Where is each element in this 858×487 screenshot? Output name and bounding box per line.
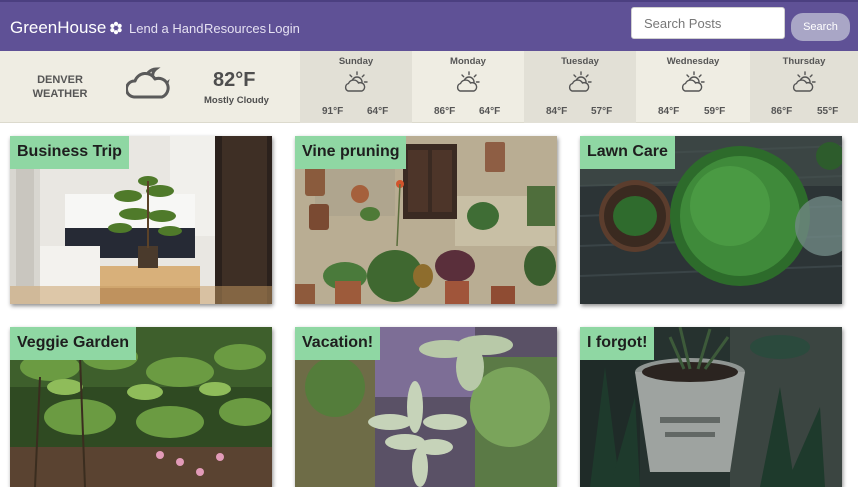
post-card-vacation[interactable]: Vacation! — [295, 327, 557, 487]
forecast-low: 57°F — [591, 106, 613, 117]
post-title[interactable]: Business Trip — [10, 136, 129, 169]
post-card-business-trip[interactable]: Business Trip — [10, 136, 272, 304]
forecast-high: 84°F — [546, 106, 568, 117]
current-temperature: 82°F — [213, 69, 256, 91]
forecast-day: Monday 86°F 64°F — [412, 51, 524, 123]
weather-location: DENVER WEATHER — [32, 74, 88, 100]
partly-sunny-icon — [568, 71, 592, 92]
forecast-day: Sunday 91°F 64°F — [300, 51, 412, 123]
forecast-day: Tuesday 84°F 57°F — [524, 51, 636, 123]
nav-link-resources[interactable]: Resources — [204, 21, 266, 36]
forecast-low: 64°F — [367, 106, 389, 117]
partly-sunny-icon — [456, 71, 480, 92]
forecast-day-name: Tuesday — [561, 56, 599, 67]
forecast-day-name: Monday — [450, 56, 486, 67]
nav-link-login[interactable]: Login — [268, 21, 300, 36]
forecast-high: 91°F — [322, 106, 344, 117]
forecast-low: 59°F — [704, 106, 726, 117]
post-card-vine-pruning[interactable]: Vine pruning — [295, 136, 557, 304]
brand-logo[interactable]: GreenHouse — [10, 18, 123, 38]
current-condition: Mostly Cloudy — [204, 95, 269, 106]
nav-link-lend-a-hand[interactable]: Lend a Hand — [129, 21, 203, 36]
forecast-day: Wednesday 84°F 59°F — [636, 51, 750, 123]
post-card-veggie-garden[interactable]: Veggie Garden — [10, 327, 272, 487]
post-card-lawn-care[interactable]: Lawn Care — [580, 136, 842, 304]
forecast-high: 84°F — [658, 106, 680, 117]
post-title[interactable]: Vacation! — [295, 327, 381, 360]
search-button[interactable]: Search — [791, 13, 850, 41]
forecast-day-name: Wednesday — [666, 56, 720, 67]
post-card-i-forgot[interactable]: I forgot! — [580, 327, 842, 487]
flower-icon — [110, 21, 123, 35]
post-title[interactable]: I forgot! — [580, 327, 655, 360]
partly-cloudy-night-icon — [126, 67, 170, 99]
forecast-low: 55°F — [817, 106, 839, 117]
post-title[interactable]: Vine pruning — [295, 136, 407, 169]
brand-name[interactable]: GreenHouse — [10, 18, 106, 38]
forecast-high: 86°F — [771, 106, 793, 117]
post-title[interactable]: Veggie Garden — [10, 327, 137, 360]
search-input[interactable] — [631, 7, 785, 39]
partly-sunny-icon — [792, 71, 816, 92]
navbar: GreenHouse Lend a Hand Resources Login S… — [0, 0, 858, 51]
forecast-day: Thursday 86°F 55°F — [750, 51, 858, 123]
forecast-low: 64°F — [479, 106, 501, 117]
post-title[interactable]: Lawn Care — [580, 136, 675, 169]
forecast-day-name: Thursday — [782, 56, 826, 67]
forecast-high: 86°F — [434, 106, 456, 117]
forecast-day-name: Sunday — [338, 56, 374, 67]
partly-sunny-icon — [681, 71, 705, 92]
weather-bar: DENVER WEATHER 82°F Mostly Cloudy Sunday… — [0, 51, 858, 123]
partly-sunny-icon — [344, 71, 368, 92]
